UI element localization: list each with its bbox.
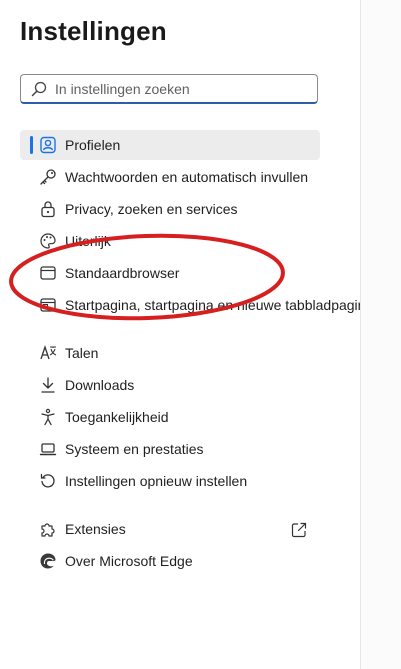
browser-icon xyxy=(39,264,57,282)
search-input[interactable] xyxy=(55,80,310,98)
lock-icon xyxy=(39,200,57,218)
sidebar-item-label: Privacy, zoeken en services xyxy=(65,201,238,217)
reset-icon xyxy=(39,472,57,490)
external-link-icon[interactable] xyxy=(290,521,308,539)
start-page-icon xyxy=(39,296,57,314)
sidebar-item-label: Profielen xyxy=(65,137,121,153)
page-title: Instellingen xyxy=(20,16,167,46)
sidebar-item-wachtwoorden[interactable]: Wachtwoorden en automatisch invullen xyxy=(20,162,320,192)
palette-icon xyxy=(39,232,57,250)
languages-icon xyxy=(39,344,57,362)
sidebar-item-standaardbrowser[interactable]: Standaardbrowser xyxy=(20,258,320,288)
sidebar-item-profielen[interactable]: Profielen xyxy=(20,130,320,160)
settings-sidebar: Instellingen Profielen Wachtwoorden en a… xyxy=(0,0,373,669)
sidebar-item-reset[interactable]: Instellingen opnieuw instellen xyxy=(20,466,320,496)
sidebar-item-label: Uiterlijk xyxy=(65,233,111,249)
sidebar-item-label: Over Microsoft Edge xyxy=(65,553,193,569)
profile-icon xyxy=(39,136,57,154)
puzzle-icon xyxy=(39,520,57,538)
sidebar-item-downloads[interactable]: Downloads xyxy=(20,370,320,400)
key-icon xyxy=(39,168,57,186)
sidebar-item-label: Wachtwoorden en automatisch invullen xyxy=(65,169,309,185)
search-icon xyxy=(31,81,47,97)
sidebar-item-uiterlijk[interactable]: Uiterlijk xyxy=(20,226,320,256)
sidebar-item-label: Toegankelijkheid xyxy=(65,409,169,425)
sidebar-item-over-edge[interactable]: Over Microsoft Edge xyxy=(20,546,320,576)
sidebar-item-privacy[interactable]: Privacy, zoeken en services xyxy=(20,194,320,224)
sidebar-item-label: Extensies xyxy=(65,521,126,537)
sidebar-item-label: Instellingen opnieuw instellen xyxy=(65,473,248,489)
sidebar-item-extensies[interactable]: Extensies xyxy=(20,514,320,544)
sidebar-item-startpagina[interactable]: Startpagina, startpagina en nieuwe tabbl… xyxy=(20,290,373,320)
sidebar-item-label: Downloads xyxy=(65,377,135,393)
sidebar-item-label: Startpagina, startpagina en nieuwe tabbl… xyxy=(65,297,374,313)
sidebar-item-label: Standaardbrowser xyxy=(65,265,180,281)
edge-logo-icon xyxy=(39,552,57,570)
sidebar-item-systeem[interactable]: Systeem en prestaties xyxy=(20,434,320,464)
download-icon xyxy=(39,376,57,394)
sidebar-item-toegankelijkheid[interactable]: Toegankelijkheid xyxy=(20,402,320,432)
search-box[interactable] xyxy=(20,74,318,104)
sidebar-item-label: Talen xyxy=(65,345,99,361)
sidebar-item-label: Systeem en prestaties xyxy=(65,441,204,457)
laptop-icon xyxy=(39,440,57,458)
sidebar-item-talen[interactable]: Talen xyxy=(20,338,320,368)
accessibility-icon xyxy=(39,408,57,426)
content-area-edge xyxy=(361,0,401,669)
